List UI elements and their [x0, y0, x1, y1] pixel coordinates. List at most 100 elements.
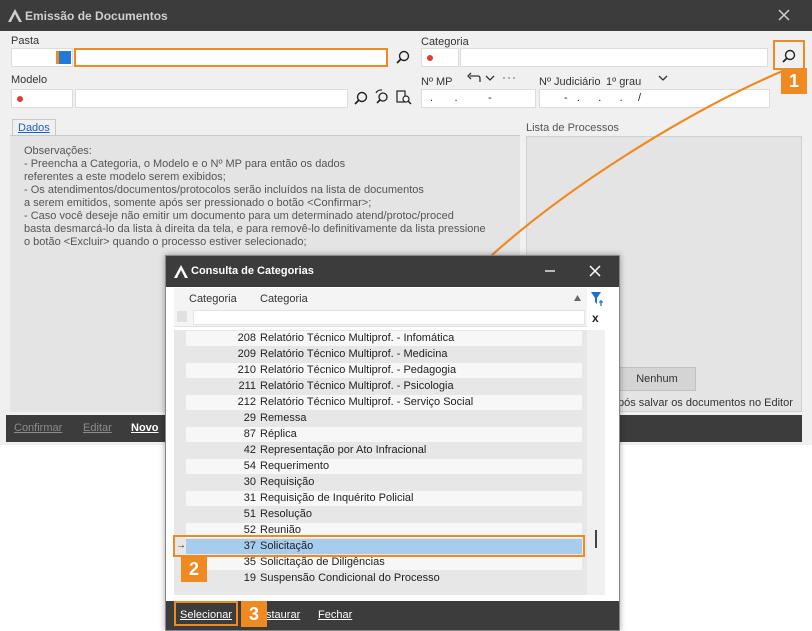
table-row[interactable]: 208 Relatório Técnico Multiprof. - Infomá… — [174, 331, 582, 347]
modelo-refresh-search-icon[interactable] — [373, 89, 391, 107]
column-header-name[interactable]: Categoria — [260, 293, 308, 305]
obs-line: basta desmarcá-lo da lista à direita da … — [24, 223, 486, 235]
row-code: 54 — [243, 460, 256, 472]
row-code: 208 — [237, 332, 256, 344]
editor-option-text[interactable]: pós salvar os documentos no Editor — [618, 397, 793, 409]
sort-asc-icon — [574, 295, 581, 301]
table-row[interactable]: 211 Relatório Técnico Multiprof. - Psicol… — [174, 379, 582, 395]
obs-line: - Preencha a Categoria, o Modelo e o Nº … — [24, 158, 346, 170]
table-row[interactable]: 35 Solicitação de Diligências — [174, 555, 582, 571]
clear-filter-button[interactable]: x — [592, 311, 599, 325]
row-code: 42 — [243, 444, 256, 456]
column-header-code[interactable]: Categoria — [189, 293, 237, 305]
row-name: Relatório Técnico Multiprof. - Psicologi… — [260, 380, 454, 392]
modelo-label: Modelo — [11, 74, 48, 86]
row-name: Réplica — [260, 428, 297, 440]
undo-icon[interactable] — [466, 71, 482, 85]
restaurar-button[interactable]: staurar — [266, 609, 300, 621]
modelo-search-icon[interactable] — [352, 90, 370, 108]
table-row[interactable]: 29 Remessa — [174, 411, 582, 427]
chevron-down-icon[interactable] — [484, 72, 496, 84]
main-window-title: Emissão de Documentos — [25, 9, 168, 23]
table-row[interactable]: 30 Requisição — [174, 475, 582, 491]
grid-filter-row — [174, 308, 587, 327]
row-name: Remessa — [260, 412, 307, 424]
modelo-code-field[interactable] — [11, 89, 73, 108]
nro-mp-field[interactable]: . . - — [421, 89, 536, 108]
table-row[interactable]: 51 Resolução — [174, 507, 582, 523]
row-code: 210 — [237, 364, 256, 376]
table-row[interactable]: 54 Requerimento — [174, 459, 582, 475]
table-row[interactable]: 42 Representação por Ato Infracional — [174, 443, 582, 459]
pasta-search-icon[interactable] — [394, 49, 412, 67]
grau-chevron-down-icon[interactable] — [657, 72, 669, 84]
modelo-name-field[interactable] — [75, 89, 348, 108]
pasta-code-field[interactable] — [11, 48, 73, 67]
pasta-label: Pasta — [11, 35, 40, 47]
callout-box-3 — [174, 601, 238, 626]
row-name: Relatório Técnico Multiprof. - Pedagogia — [260, 364, 457, 376]
row-code: 87 — [243, 428, 256, 440]
scrollbar-thumb[interactable] — [595, 530, 597, 548]
grau-select[interactable]: 1º grau — [606, 76, 641, 88]
table-row[interactable]: 209 Relatório Técnico Multiprof. - Medici… — [174, 347, 582, 363]
tab-dados[interactable]: Dados — [12, 119, 56, 136]
required-indicator — [427, 55, 433, 61]
categoria-name-field[interactable] — [460, 48, 768, 67]
row-name: Requisição de Inquérito Policial — [260, 492, 414, 504]
row-name: Requisição — [260, 476, 315, 488]
callout-box-2 — [173, 535, 585, 557]
nro-mp-label: Nº MP — [421, 76, 453, 88]
table-row[interactable]: 212 Relatório Técnico Multiprof. - Serviç… — [174, 395, 582, 411]
editar-button[interactable]: Editar — [83, 422, 112, 434]
row-code: 212 — [237, 396, 256, 408]
row-name: Relatório Técnico Multiprof. - Infomátic… — [260, 332, 455, 344]
row-name: Resolução — [260, 508, 312, 520]
obs-line: - Caso você deseje não emitir um documen… — [24, 210, 454, 222]
app-logo-icon — [8, 9, 22, 22]
categoria-label: Categoria — [421, 36, 469, 48]
filter-icon[interactable] — [590, 291, 604, 307]
fechar-button[interactable]: Fechar — [318, 609, 352, 621]
table-row[interactable]: 210 Relatório Técnico Multiprof. - Pedago… — [174, 363, 582, 379]
table-row[interactable]: 19 Suspensão Condicional do Processo — [174, 571, 582, 587]
dialog-title: Consulta de Categorias — [191, 265, 314, 277]
callout-badge-2: 2 — [181, 556, 207, 582]
obs-line: referentes a este modelo serem exibidos; — [24, 171, 226, 183]
row-name: Representação por Ato Infracional — [260, 444, 427, 456]
required-indicator — [17, 96, 23, 102]
minimize-icon[interactable] — [543, 264, 557, 278]
row-name: Solicitação de Diligências — [260, 556, 385, 568]
nro-mp-mask: . . - — [430, 92, 492, 104]
close-icon[interactable] — [587, 263, 603, 279]
row-code: 29 — [243, 412, 256, 424]
more-icon[interactable] — [501, 72, 517, 84]
filter-checkbox[interactable] — [177, 311, 187, 322]
confirmar-button[interactable]: Confirmar — [14, 422, 62, 434]
row-code: 51 — [243, 508, 256, 520]
nro-judiciario-field[interactable]: - . . . / — [539, 89, 770, 108]
callout-badge-1: 1 — [781, 68, 807, 94]
novo-button[interactable]: Novo — [131, 422, 159, 434]
grid-header: Categoria Categoria — [174, 288, 587, 308]
categoria-code-field[interactable] — [421, 48, 459, 67]
callout-box-1 — [773, 40, 805, 70]
row-code: 211 — [238, 380, 256, 392]
main-titlebar: Emissão de Documentos — [0, 0, 812, 31]
pasta-name-field[interactable] — [74, 48, 388, 67]
close-icon[interactable] — [776, 7, 792, 23]
table-row[interactable]: 87 Réplica — [174, 427, 582, 443]
callout-badge-3: 3 — [241, 601, 267, 627]
grid-vertical-scrollbar[interactable] — [587, 330, 605, 595]
obs-line: Observações: — [24, 145, 92, 157]
dialog-titlebar: Consulta de Categorias — [166, 256, 619, 287]
row-code: 31 — [243, 492, 256, 504]
obs-line: o botão <Excluir> quando o processo esti… — [24, 236, 307, 248]
table-row[interactable]: 31 Requisição de Inquérito Policial — [174, 491, 582, 507]
modelo-document-search-icon[interactable] — [395, 89, 413, 107]
nenhum-button[interactable]: Nenhum — [618, 367, 696, 391]
row-name: Relatório Técnico Multiprof. - Medicina — [260, 348, 448, 360]
filter-input[interactable] — [193, 310, 585, 325]
lista-processos-label: Lista de Processos — [526, 122, 619, 134]
nro-judiciario-mask: - . . . / — [564, 92, 642, 104]
